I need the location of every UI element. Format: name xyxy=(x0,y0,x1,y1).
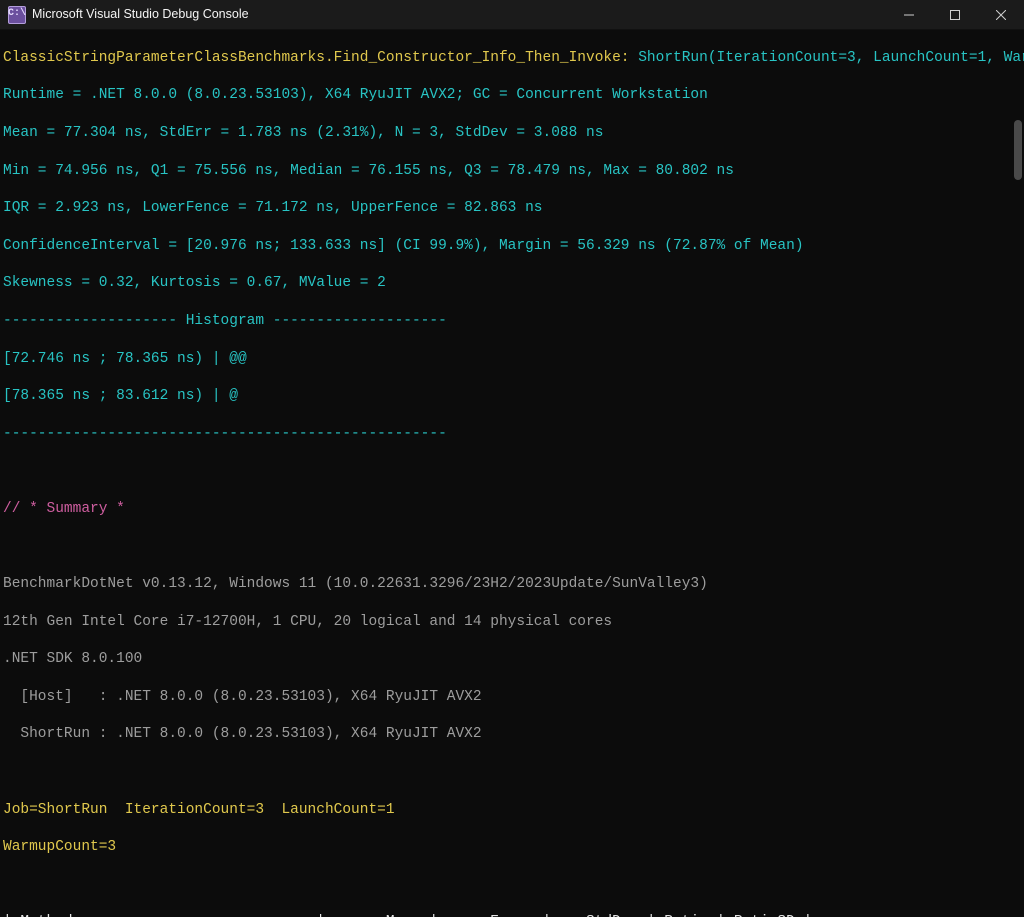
app-icon: C:\ xyxy=(8,6,26,24)
histogram-row: [72.746 ns ; 78.365 ns) | @@ xyxy=(3,350,1021,369)
stat-runtime: Runtime = .NET 8.0.0 (8.0.23.53103), X64… xyxy=(3,86,1021,105)
window-title: Microsoft Visual Studio Debug Console xyxy=(32,5,249,24)
stat-mean: Mean = 77.304 ns, StdErr = 1.783 ns (2.3… xyxy=(3,124,1021,143)
stat-min: Min = 74.956 ns, Q1 = 75.556 ns, Median … xyxy=(3,162,1021,181)
benchmark-params: ShortRun(IterationCount=3, LaunchCount=1… xyxy=(630,50,1024,66)
minimize-button[interactable] xyxy=(886,0,932,30)
stat-skew: Skewness = 0.32, Kurtosis = 0.67, MValue… xyxy=(3,274,1021,293)
benchmark-name: ClassicStringParameterClassBenchmarks.Fi… xyxy=(3,50,630,66)
titlebar: C:\ Microsoft Visual Studio Debug Consol… xyxy=(0,0,1024,30)
maximize-button[interactable] xyxy=(932,0,978,30)
scrollbar-thumb[interactable] xyxy=(1014,120,1022,180)
console-output[interactable]: ClassicStringParameterClassBenchmarks.Fi… xyxy=(0,30,1024,917)
histogram-title: -------------------- Histogram ---------… xyxy=(3,312,1021,331)
env-line: BenchmarkDotNet v0.13.12, Windows 11 (10… xyxy=(3,575,1021,594)
stat-iqr: IQR = 2.923 ns, LowerFence = 71.172 ns, … xyxy=(3,199,1021,218)
env-line: .NET SDK 8.0.100 xyxy=(3,650,1021,669)
table-header: | Method | Mean | Error | StdDev | Ratio… xyxy=(3,913,1021,917)
summary-heading: // * Summary * xyxy=(3,500,1021,519)
env-line: [Host] : .NET 8.0.0 (8.0.23.53103), X64 … xyxy=(3,688,1021,707)
warmup-line: WarmupCount=3 xyxy=(3,838,1021,857)
close-button[interactable] xyxy=(978,0,1024,30)
stat-ci: ConfidenceInterval = [20.976 ns; 133.633… xyxy=(3,237,1021,256)
histogram-footer: ----------------------------------------… xyxy=(3,425,1021,444)
env-line: 12th Gen Intel Core i7-12700H, 1 CPU, 20… xyxy=(3,613,1021,632)
env-line: ShortRun : .NET 8.0.0 (8.0.23.53103), X6… xyxy=(3,725,1021,744)
histogram-row: [78.365 ns ; 83.612 ns) | @ xyxy=(3,387,1021,406)
job-line: Job=ShortRun IterationCount=3 LaunchCoun… xyxy=(3,801,1021,820)
